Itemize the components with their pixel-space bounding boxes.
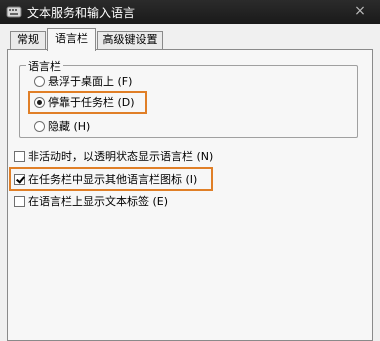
radio-label: 停靠于任务栏 (D) bbox=[48, 96, 135, 109]
checkbox-transparent-when-inactive[interactable]: 非活动时，以透明状态显示语言栏 (N) bbox=[14, 148, 213, 164]
radio-button[interactable] bbox=[34, 75, 45, 87]
tab-general[interactable]: 常规 bbox=[10, 31, 46, 49]
window-title: 文本服务和输入语言 bbox=[27, 6, 136, 20]
radio-dock-in-taskbar[interactable]: 停靠于任务栏 (D) bbox=[34, 94, 135, 110]
tab-advanced-key-settings[interactable]: 高级键设置 bbox=[97, 31, 163, 49]
radio-button-selected[interactable] bbox=[34, 96, 45, 108]
radio-hidden[interactable]: 隐藏 (H) bbox=[34, 118, 90, 134]
keyboard-icon bbox=[6, 5, 22, 19]
tab-language-bar[interactable]: 语言栏 bbox=[47, 28, 96, 51]
title-bar: 文本服务和输入语言 × bbox=[0, 0, 380, 24]
dialog-window: 文本服务和输入语言 × 常规 语言栏 高级键设置 语言栏 悬浮于桌面上 (F) … bbox=[0, 0, 380, 341]
checkbox[interactable] bbox=[14, 150, 25, 162]
checkbox-label: 非活动时，以透明状态显示语言栏 (N) bbox=[28, 150, 214, 163]
group-title: 语言栏 bbox=[26, 58, 63, 74]
checkbox-checked[interactable] bbox=[14, 173, 25, 185]
checkbox-show-text-labels[interactable]: 在语言栏上显示文本标签 (E) bbox=[14, 193, 168, 209]
radio-label: 隐藏 (H) bbox=[48, 120, 91, 133]
checkbox-label: 在任务栏中显示其他语言栏图标 (I) bbox=[28, 173, 198, 186]
radio-button[interactable] bbox=[34, 120, 45, 132]
checkbox-show-extra-icons-in-taskbar[interactable]: 在任务栏中显示其他语言栏图标 (I) bbox=[14, 171, 197, 187]
radio-label: 悬浮于桌面上 (F) bbox=[48, 75, 133, 88]
checkbox-label: 在语言栏上显示文本标签 (E) bbox=[28, 195, 169, 208]
checkbox[interactable] bbox=[14, 195, 25, 207]
close-button[interactable]: × bbox=[352, 2, 368, 20]
radio-float-on-desktop[interactable]: 悬浮于桌面上 (F) bbox=[34, 73, 132, 89]
